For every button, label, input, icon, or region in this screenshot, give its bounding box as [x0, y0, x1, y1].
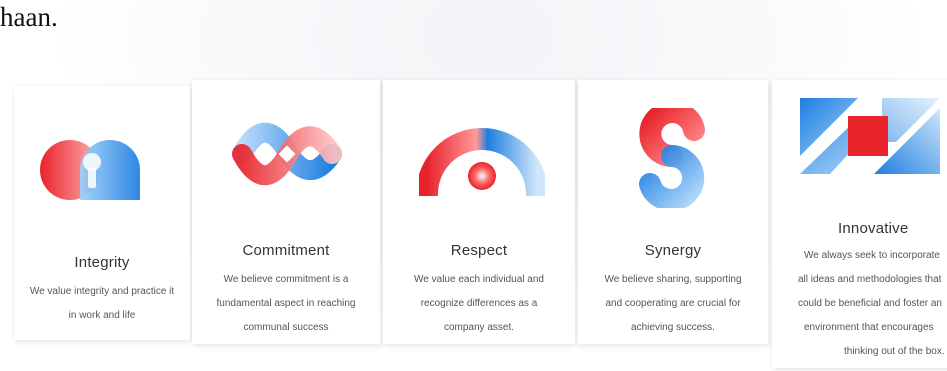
value-card-innovative: Innovative We always seek to incorporate…	[772, 80, 947, 368]
description-line: communal success	[243, 322, 329, 333]
value-card-commitment: Commitment We believe commitment is a fu…	[192, 80, 380, 344]
keyhole-icon	[40, 140, 140, 200]
wave-icon	[232, 122, 342, 186]
description-line: We value each individual and	[414, 274, 544, 285]
value-card-integrity: Integrity We value integrity and practic…	[14, 86, 190, 340]
description-line: and cooperating are crucial for	[605, 298, 741, 309]
value-card-synergy: Synergy We believe sharing, supporting a…	[578, 80, 768, 344]
description-line: We always seek to incorporate	[804, 250, 940, 261]
description-line: fundamental aspect in reaching	[216, 298, 356, 309]
square-icon	[800, 98, 940, 174]
header-fragment: haan.	[0, 2, 58, 32]
card-description: We always seek to incorporate all ideas …	[798, 244, 947, 364]
description-line: could be beneficial and foster an	[798, 298, 942, 309]
card-title: Integrity	[74, 254, 130, 271]
s-curve-icon	[639, 108, 705, 208]
card-title: Innovative	[838, 220, 909, 237]
card-title: Respect	[450, 242, 508, 259]
description-line: We believe sharing, supporting	[604, 274, 742, 285]
description-line: achieving success.	[631, 322, 715, 333]
value-card-respect: Respect We value each individual and rec…	[383, 80, 575, 344]
description-line: We believe commitment is a	[223, 274, 349, 285]
description-line: in work and life	[68, 310, 136, 321]
card-title: Commitment	[242, 242, 330, 259]
card-description: We believe sharing, supporting and coope…	[584, 268, 762, 340]
card-description: We value each individual and recognize d…	[389, 268, 569, 340]
description-line: all ideas and methodologies that	[798, 274, 942, 285]
description-line: environment that encourages	[804, 322, 934, 333]
description-line: company asset.	[443, 322, 515, 333]
description-line: recognize differences as a	[420, 298, 538, 309]
description-line: We value integrity and practice it	[29, 286, 175, 297]
card-description: We value integrity and practice it in wo…	[20, 280, 184, 328]
card-title: Synergy	[644, 242, 702, 259]
card-description: We believe commitment is a fundamental a…	[198, 268, 374, 340]
arch-icon	[419, 128, 545, 196]
description-line: thinking out of the box.	[844, 346, 945, 357]
